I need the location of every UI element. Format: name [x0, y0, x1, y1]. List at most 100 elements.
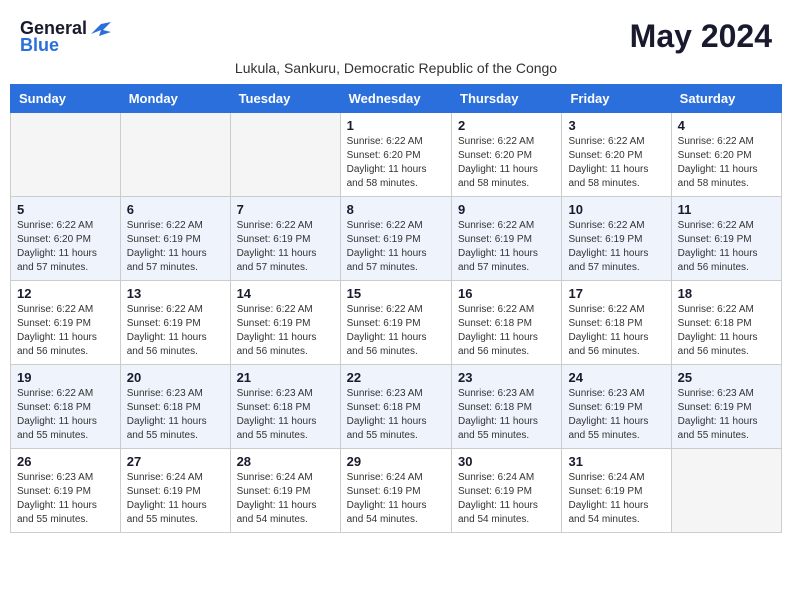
- day-info: Sunrise: 6:24 AMSunset: 6:19 PMDaylight:…: [127, 471, 224, 527]
- day-number: 23: [458, 370, 555, 385]
- day-number: 27: [127, 454, 224, 469]
- calendar-day-8: 8Sunrise: 6:22 AMSunset: 6:19 PMDaylight…: [340, 197, 451, 281]
- day-info: Sunrise: 6:24 AMSunset: 6:19 PMDaylight:…: [347, 471, 445, 527]
- calendar-day-23: 23 Sunrise: 6:23 AMSunset: 6:18 PMDayligh…: [452, 365, 562, 449]
- calendar-week-row: 1 Sunrise: 6:22 AMSunset: 6:20 PMDaylight…: [11, 113, 782, 197]
- day-number: 15: [347, 286, 445, 301]
- calendar-week-row: 19 Sunrise: 6:22 AMSunset: 6:18 PMDayligh…: [11, 365, 782, 449]
- day-number: 24: [568, 370, 664, 385]
- calendar-day-3: 3 Sunrise: 6:22 AMSunset: 6:20 PMDaylight…: [562, 113, 671, 197]
- day-info: Sunrise: 6:22 AMSunset: 6:19 PMDaylight:…: [127, 303, 224, 359]
- calendar-day-13: 13 Sunrise: 6:22 AMSunset: 6:19 PMDayligh…: [120, 281, 230, 365]
- day-info: Sunrise: 6:22 AMSunset: 6:19 PMDaylight:…: [678, 219, 775, 275]
- day-number: 17: [568, 286, 664, 301]
- calendar-day-27: 27 Sunrise: 6:24 AMSunset: 6:19 PMDayligh…: [120, 449, 230, 533]
- day-info: Sunrise: 6:23 AMSunset: 6:18 PMDaylight:…: [127, 387, 224, 443]
- calendar-day-26: 26Sunrise: 6:23 AMSunset: 6:19 PMDayligh…: [11, 449, 121, 533]
- day-number: 14: [237, 286, 334, 301]
- day-info: Sunrise: 6:22 AMSunset: 6:18 PMDaylight:…: [458, 303, 555, 359]
- calendar-day-14: 14 Sunrise: 6:22 AMSunset: 6:19 PMDayligh…: [230, 281, 340, 365]
- calendar-day-10: 10Sunrise: 6:22 AMSunset: 6:19 PMDayligh…: [562, 197, 671, 281]
- calendar-week-row: 12 Sunrise: 6:22 AMSunset: 6:19 PMDayligh…: [11, 281, 782, 365]
- day-number: 2: [458, 118, 555, 133]
- day-number: 18: [678, 286, 775, 301]
- day-info: Sunrise: 6:22 AMSunset: 6:20 PMDaylight:…: [347, 135, 445, 191]
- calendar-day-31: 31 Sunrise: 6:24 AMSunset: 6:19 PMDayligh…: [562, 449, 671, 533]
- day-info: Sunrise: 6:24 AMSunset: 6:19 PMDaylight:…: [237, 471, 334, 527]
- day-number: 4: [678, 118, 775, 133]
- day-info: Sunrise: 6:22 AMSunset: 6:19 PMDaylight:…: [347, 303, 445, 359]
- calendar-day-30: 30 Sunrise: 6:24 AMSunset: 6:19 PMDayligh…: [452, 449, 562, 533]
- day-info: Sunrise: 6:24 AMSunset: 6:19 PMDaylight:…: [568, 471, 664, 527]
- day-info: Sunrise: 6:22 AMSunset: 6:19 PMDaylight:…: [237, 303, 334, 359]
- day-info: Sunrise: 6:23 AMSunset: 6:18 PMDaylight:…: [237, 387, 334, 443]
- calendar-day-9: 9Sunrise: 6:22 AMSunset: 6:19 PMDaylight…: [452, 197, 562, 281]
- day-info: Sunrise: 6:22 AMSunset: 6:20 PMDaylight:…: [458, 135, 555, 191]
- day-info: Sunrise: 6:23 AMSunset: 6:19 PMDaylight:…: [568, 387, 664, 443]
- calendar-week-row: 26Sunrise: 6:23 AMSunset: 6:19 PMDayligh…: [11, 449, 782, 533]
- day-info: Sunrise: 6:23 AMSunset: 6:19 PMDaylight:…: [678, 387, 775, 443]
- logo-blue-text: Blue: [20, 35, 59, 56]
- day-info: Sunrise: 6:24 AMSunset: 6:19 PMDaylight:…: [458, 471, 555, 527]
- day-number: 6: [127, 202, 224, 217]
- day-number: 9: [458, 202, 555, 217]
- calendar-day-28: 28 Sunrise: 6:24 AMSunset: 6:19 PMDayligh…: [230, 449, 340, 533]
- day-info: Sunrise: 6:22 AMSunset: 6:19 PMDaylight:…: [237, 219, 334, 275]
- weekday-header-saturday: Saturday: [671, 85, 781, 113]
- calendar-day-4: 4 Sunrise: 6:22 AMSunset: 6:20 PMDaylight…: [671, 113, 781, 197]
- calendar-day-1: 1 Sunrise: 6:22 AMSunset: 6:20 PMDaylight…: [340, 113, 451, 197]
- day-number: 21: [237, 370, 334, 385]
- calendar-day-24: 24 Sunrise: 6:23 AMSunset: 6:19 PMDayligh…: [562, 365, 671, 449]
- calendar-day-2: 2 Sunrise: 6:22 AMSunset: 6:20 PMDaylight…: [452, 113, 562, 197]
- day-info: Sunrise: 6:22 AMSunset: 6:18 PMDaylight:…: [568, 303, 664, 359]
- weekday-header-tuesday: Tuesday: [230, 85, 340, 113]
- day-info: Sunrise: 6:22 AMSunset: 6:18 PMDaylight:…: [17, 387, 114, 443]
- calendar-table: SundayMondayTuesdayWednesdayThursdayFrid…: [10, 84, 782, 533]
- logo: General Blue: [20, 18, 111, 56]
- day-number: 16: [458, 286, 555, 301]
- day-number: 29: [347, 454, 445, 469]
- day-number: 12: [17, 286, 114, 301]
- calendar-day-18: 18 Sunrise: 6:22 AMSunset: 6:18 PMDayligh…: [671, 281, 781, 365]
- logo-bird-icon: [91, 22, 111, 38]
- calendar-empty-cell: [120, 113, 230, 197]
- day-number: 1: [347, 118, 445, 133]
- day-number: 19: [17, 370, 114, 385]
- calendar-day-7: 7Sunrise: 6:22 AMSunset: 6:19 PMDaylight…: [230, 197, 340, 281]
- day-number: 28: [237, 454, 334, 469]
- month-title: May 2024: [630, 18, 772, 55]
- calendar-day-12: 12Sunrise: 6:22 AMSunset: 6:19 PMDayligh…: [11, 281, 121, 365]
- day-number: 25: [678, 370, 775, 385]
- calendar-day-16: 16 Sunrise: 6:22 AMSunset: 6:18 PMDayligh…: [452, 281, 562, 365]
- page-header: General Blue May 2024: [10, 10, 782, 56]
- weekday-header-friday: Friday: [562, 85, 671, 113]
- day-info: Sunrise: 6:22 AMSunset: 6:20 PMDaylight:…: [568, 135, 664, 191]
- day-info: Sunrise: 6:22 AMSunset: 6:20 PMDaylight:…: [678, 135, 775, 191]
- weekday-header-row: SundayMondayTuesdayWednesdayThursdayFrid…: [11, 85, 782, 113]
- day-number: 13: [127, 286, 224, 301]
- day-info: Sunrise: 6:22 AMSunset: 6:19 PMDaylight:…: [568, 219, 664, 275]
- day-number: 8: [347, 202, 445, 217]
- day-info: Sunrise: 6:23 AMSunset: 6:18 PMDaylight:…: [458, 387, 555, 443]
- calendar-empty-cell: [11, 113, 121, 197]
- calendar-day-15: 15 Sunrise: 6:22 AMSunset: 6:19 PMDayligh…: [340, 281, 451, 365]
- day-number: 5: [17, 202, 114, 217]
- calendar-day-25: 25 Sunrise: 6:23 AMSunset: 6:19 PMDayligh…: [671, 365, 781, 449]
- day-number: 31: [568, 454, 664, 469]
- weekday-header-thursday: Thursday: [452, 85, 562, 113]
- calendar-day-11: 11Sunrise: 6:22 AMSunset: 6:19 PMDayligh…: [671, 197, 781, 281]
- calendar-week-row: 5Sunrise: 6:22 AMSunset: 6:20 PMDaylight…: [11, 197, 782, 281]
- day-number: 20: [127, 370, 224, 385]
- day-number: 3: [568, 118, 664, 133]
- calendar-day-5: 5Sunrise: 6:22 AMSunset: 6:20 PMDaylight…: [11, 197, 121, 281]
- calendar-day-29: 29 Sunrise: 6:24 AMSunset: 6:19 PMDayligh…: [340, 449, 451, 533]
- calendar-day-19: 19 Sunrise: 6:22 AMSunset: 6:18 PMDayligh…: [11, 365, 121, 449]
- day-number: 30: [458, 454, 555, 469]
- calendar-day-21: 21 Sunrise: 6:23 AMSunset: 6:18 PMDayligh…: [230, 365, 340, 449]
- calendar-day-6: 6Sunrise: 6:22 AMSunset: 6:19 PMDaylight…: [120, 197, 230, 281]
- weekday-header-monday: Monday: [120, 85, 230, 113]
- weekday-header-wednesday: Wednesday: [340, 85, 451, 113]
- calendar-empty-cell: [671, 449, 781, 533]
- day-info: Sunrise: 6:22 AMSunset: 6:18 PMDaylight:…: [678, 303, 775, 359]
- weekday-header-sunday: Sunday: [11, 85, 121, 113]
